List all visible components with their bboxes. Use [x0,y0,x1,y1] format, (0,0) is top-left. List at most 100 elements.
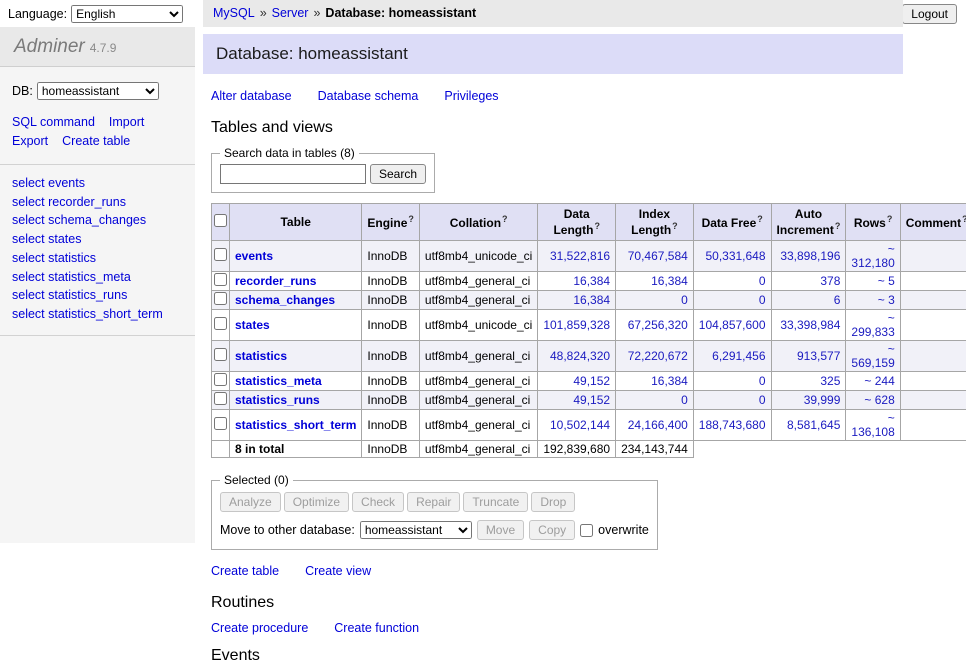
search-button[interactable]: Search [370,164,426,184]
row-check-cell [212,310,230,341]
help-link[interactable]: ? [835,221,841,231]
sidebar-table-link[interactable]: select states [12,230,183,249]
help-link[interactable]: ? [757,214,763,224]
row-checkbox[interactable] [214,292,227,305]
comment-cell [900,241,966,272]
create-link[interactable]: Create table [211,564,279,578]
help-link[interactable]: ? [962,214,966,224]
total-collation: utf8mb4_general_ci [419,441,537,458]
row-checkbox[interactable] [214,273,227,286]
sidebar-table-link[interactable]: select statistics_short_term [12,305,183,324]
sidebar-table-link[interactable]: select statistics_runs [12,286,183,305]
collation-cell: utf8mb4_general_ci [419,372,537,391]
db-action-link[interactable]: Alter database [211,89,292,103]
table-link[interactable]: statistics [235,349,287,363]
app-header: Adminer4.7.9 [0,27,195,67]
row-checkbox[interactable] [214,348,227,361]
comment-cell [900,372,966,391]
table-link[interactable]: statistics_meta [235,374,322,388]
sidebar-table-link[interactable]: select statistics_meta [12,268,183,287]
index-length-cell: 16,384 [616,272,694,291]
db-action-link[interactable]: Privileges [444,89,498,103]
comment-cell [900,341,966,372]
routine-link[interactable]: Create function [334,621,419,635]
tables-overview-table: Table Engine? Collation? Data Length? In… [211,203,966,458]
move-row: Move to other database: homeassistant Mo… [220,520,649,540]
sidebar-quick-link[interactable]: SQL command [12,115,95,129]
table-link[interactable]: events [235,249,273,263]
selected-action-button[interactable]: Drop [531,492,575,512]
overwrite-checkbox[interactable] [580,524,593,537]
selected-action-button[interactable]: Truncate [463,492,528,512]
search-input[interactable] [220,164,366,184]
data-free-cell: 50,331,648 [693,241,771,272]
selected-action-button[interactable]: Check [352,492,404,512]
total-data-length: 192,839,680 [538,441,616,458]
table-row: events InnoDB utf8mb4_unicode_ci 31,522,… [212,241,966,272]
data-length-cell: 49,152 [538,391,616,410]
selected-fieldset: Selected (0) AnalyzeOptimizeCheckRepairT… [211,473,658,550]
table-name-cell: events [230,241,362,272]
sidebar-table-link[interactable]: select events [12,174,183,193]
comment-cell [900,391,966,410]
total-engine: InnoDB [362,441,420,458]
select-all-cell [212,204,230,241]
sidebar-quick-link[interactable]: Create table [62,134,130,148]
row-checkbox[interactable] [214,373,227,386]
db-label: DB: [12,84,33,98]
sidebar-table-link[interactable]: select statistics [12,249,183,268]
table-link[interactable]: statistics_runs [235,393,320,407]
selected-action-button[interactable]: Optimize [284,492,349,512]
engine-cell: InnoDB [362,291,420,310]
table-link[interactable]: states [235,318,270,332]
overwrite-label: overwrite [598,523,649,537]
col-header-collation: Collation? [419,204,537,241]
move-label: Move to other database: [220,523,355,537]
data-free-cell: 0 [693,272,771,291]
table-link[interactable]: recorder_runs [235,274,316,288]
help-link[interactable]: ? [594,221,600,231]
data-free-cell: 6,291,456 [693,341,771,372]
table-link[interactable]: statistics_short_term [235,418,356,432]
rows-cell: ~ 569,159 [846,341,900,372]
db-select[interactable]: homeassistant [37,82,159,100]
help-link[interactable]: ? [502,214,508,224]
selected-action-button[interactable]: Analyze [220,492,281,512]
table-header-row: Table Engine? Collation? Data Length? In… [212,204,966,241]
move-button[interactable]: Move [477,520,524,540]
row-checkbox[interactable] [214,248,227,261]
selected-action-button[interactable]: Repair [407,492,460,512]
table-link[interactable]: schema_changes [235,293,335,307]
row-checkbox[interactable] [214,392,227,405]
total-label: 8 in total [230,441,362,458]
col-header-comment: Comment? [900,204,966,241]
help-link[interactable]: ? [672,221,678,231]
row-checkbox[interactable] [214,317,227,330]
language-select[interactable]: English [71,5,183,23]
table-name-cell: schema_changes [230,291,362,310]
sidebar-table-link[interactable]: select schema_changes [12,211,183,230]
sidebar-quick-link[interactable]: Import [109,115,144,129]
auto-increment-cell: 6 [771,291,846,310]
col-header-table: Table [230,204,362,241]
breadcrumb-link-server[interactable]: Server [272,6,309,20]
help-link[interactable]: ? [408,214,414,224]
create-link[interactable]: Create view [305,564,371,578]
breadcrumb-link-mysql[interactable]: MySQL [213,6,255,20]
help-link[interactable]: ? [887,214,893,224]
sidebar-table-link[interactable]: select recorder_runs [12,193,183,212]
col-header-data-free: Data Free? [693,204,771,241]
routine-link[interactable]: Create procedure [211,621,308,635]
col-header-data-length: Data Length? [538,204,616,241]
row-checkbox[interactable] [214,417,227,430]
db-action-link[interactable]: Database schema [318,89,419,103]
language-bar: Language:English [8,5,183,23]
sidebar-quick-links: SQL command Import Export Create table [0,104,195,165]
collation-cell: utf8mb4_general_ci [419,272,537,291]
sidebar-quick-link[interactable]: Export [12,134,48,148]
copy-button[interactable]: Copy [529,520,575,540]
data-free-cell: 0 [693,391,771,410]
move-db-select[interactable]: homeassistant [360,521,472,539]
rows-cell: ~ 312,180 [846,241,900,272]
select-all-checkbox[interactable] [214,214,227,227]
